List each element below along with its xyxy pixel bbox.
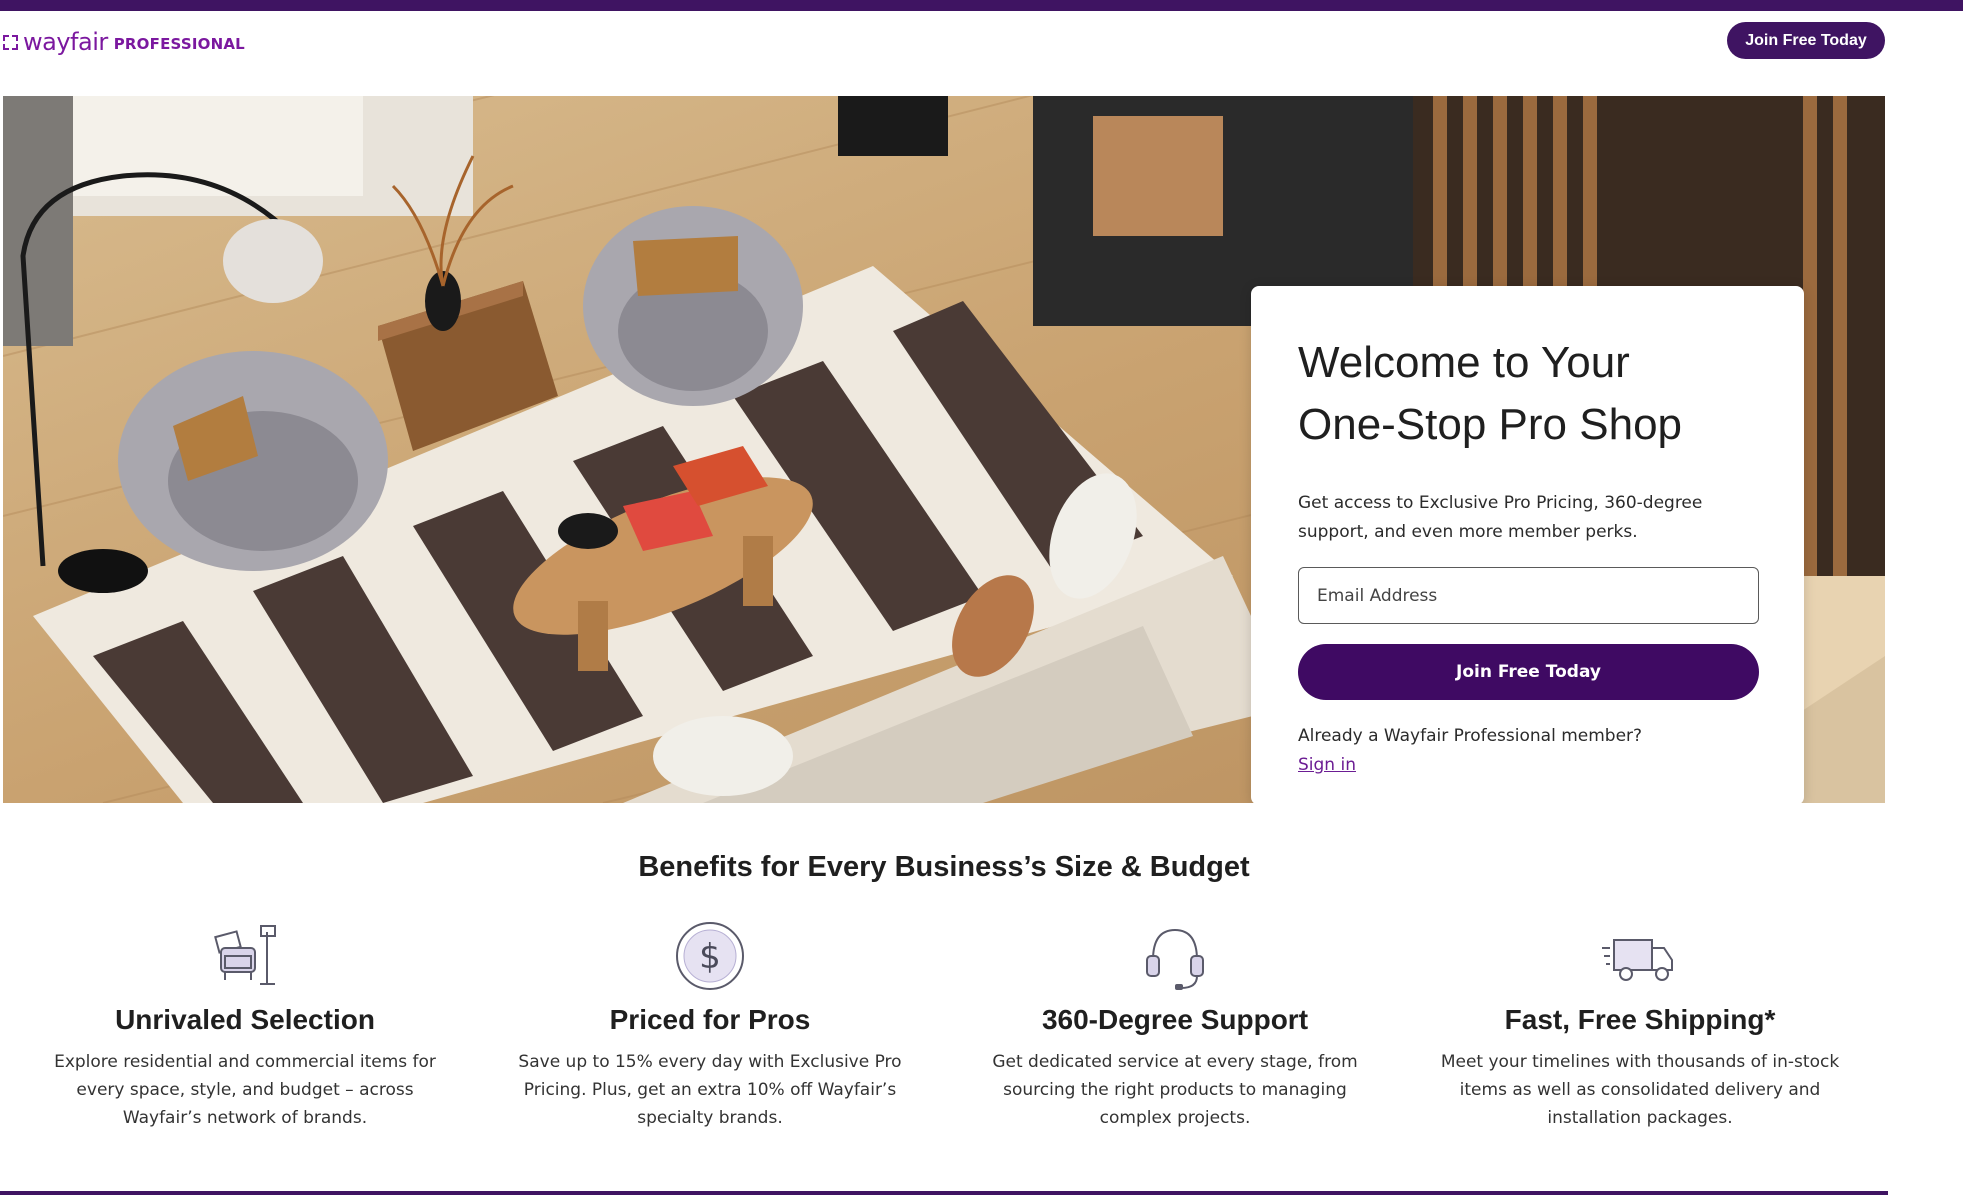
- benefit-title: Fast, Free Shipping*: [1504, 1004, 1776, 1035]
- hero-section: Welcome to Your One-Stop Pro Shop Get ac…: [3, 96, 1885, 803]
- wayfair-professional-logo[interactable]: wayfair PROFESSIONAL: [3, 27, 245, 57]
- welcome-heading: Welcome to Your One-Stop Pro Shop: [1298, 332, 1757, 456]
- benefit-description: Get dedicated service at every stage, fr…: [992, 1052, 1358, 1128]
- svg-text:$: $: [699, 937, 721, 977]
- benefit-360-degree-support: 360-Degree Support Get dedicated service…: [965, 920, 1385, 1132]
- welcome-subtitle: Get access to Exclusive Pro Pricing, 360…: [1298, 493, 1703, 542]
- benefits-grid: Unrivaled Selection Explore residential …: [0, 920, 1888, 1140]
- benefit-description: Meet your timelines with thousands of in…: [1440, 1052, 1840, 1128]
- sign-in-link[interactable]: Sign in: [1298, 755, 1356, 775]
- benefit-description: Explore residential and commercial items…: [54, 1052, 436, 1128]
- dollar-icon: $: [676, 922, 744, 990]
- benefit-title: Unrivaled Selection: [115, 1004, 375, 1035]
- benefit-priced-for-pros: $ Priced for Pros Save up to 15% every d…: [500, 920, 920, 1132]
- existing-member-prompt: Already a Wayfair Professional member?: [1298, 726, 1643, 746]
- site-header: wayfair PROFESSIONAL Join Free Today: [0, 11, 1963, 96]
- delivery-truck-icon: [1602, 939, 1673, 981]
- welcome-heading-line-1: Welcome to Your: [1298, 338, 1630, 387]
- welcome-heading-line-2: One-Stop Pro Shop: [1298, 400, 1683, 449]
- benefit-unrivaled-selection: Unrivaled Selection Explore residential …: [35, 920, 455, 1132]
- benefit-title: Priced for Pros: [609, 1004, 811, 1035]
- benefits-heading: Benefits for Every Business’s Size & Bud…: [638, 851, 1250, 883]
- footer-brand-stripe: [0, 1191, 1888, 1195]
- benefit-description: Save up to 15% every day with Exclusive …: [518, 1052, 902, 1128]
- join-free-today-button[interactable]: Join Free Today: [1298, 644, 1759, 700]
- headset-icon: [1146, 928, 1204, 990]
- header-join-button[interactable]: Join Free Today: [1727, 22, 1885, 59]
- email-address-input[interactable]: [1298, 567, 1759, 624]
- logo-professional-label: PROFESSIONAL: [113, 35, 245, 53]
- welcome-signup-card: Welcome to Your One-Stop Pro Shop Get ac…: [1251, 286, 1804, 803]
- logo-wordmark: wayfair: [23, 28, 108, 56]
- benefit-fast-free-shipping: Fast, Free Shipping* Meet your timelines…: [1430, 920, 1850, 1132]
- wayfair-logo-icon: [3, 34, 18, 50]
- benefit-title: 360-Degree Support: [1041, 1004, 1309, 1035]
- furniture-icon: [214, 925, 276, 985]
- top-brand-stripe: [0, 0, 1963, 11]
